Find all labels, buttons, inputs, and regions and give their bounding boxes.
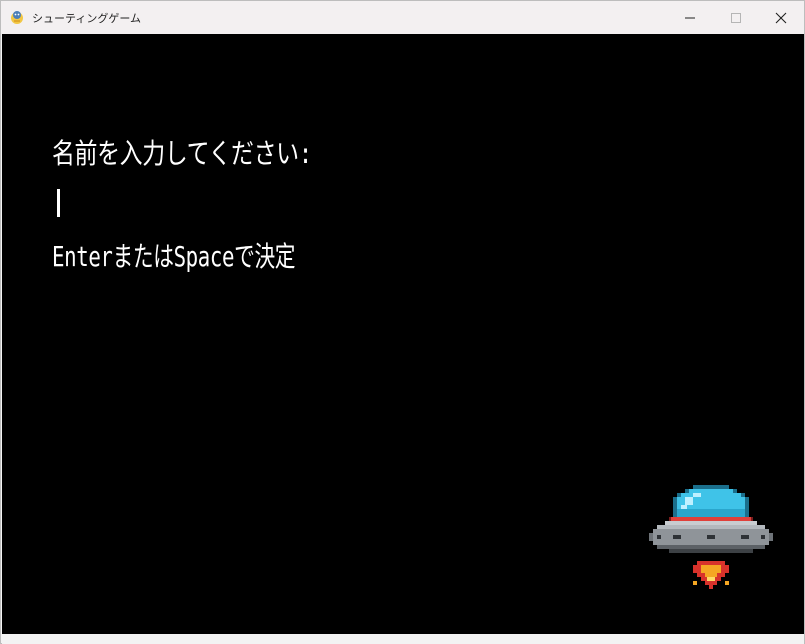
- title-bar[interactable]: シューティングゲーム: [1, 1, 804, 34]
- confirm-hint: EnterまたはSpaceで決定: [52, 240, 296, 273]
- minimize-icon: [685, 17, 695, 18]
- maximize-icon: [731, 12, 741, 23]
- game-window: シューティングゲーム 名前を入力してください: EnterまたはSpaceで決定: [0, 0, 805, 644]
- ufo-spaceship-icon: [649, 485, 773, 589]
- minimize-button[interactable]: [667, 1, 713, 34]
- close-icon: [775, 12, 787, 23]
- name-prompt: 名前を入力してください:: [52, 137, 313, 170]
- maximize-button[interactable]: [713, 1, 759, 34]
- pygame-snake-icon: [11, 11, 23, 24]
- game-canvas[interactable]: 名前を入力してください: EnterまたはSpaceで決定: [2, 34, 804, 634]
- window-bottom-border: [2, 634, 804, 644]
- window-title: シューティングゲーム: [32, 12, 142, 25]
- text-cursor: [57, 189, 60, 217]
- close-button[interactable]: [758, 1, 804, 34]
